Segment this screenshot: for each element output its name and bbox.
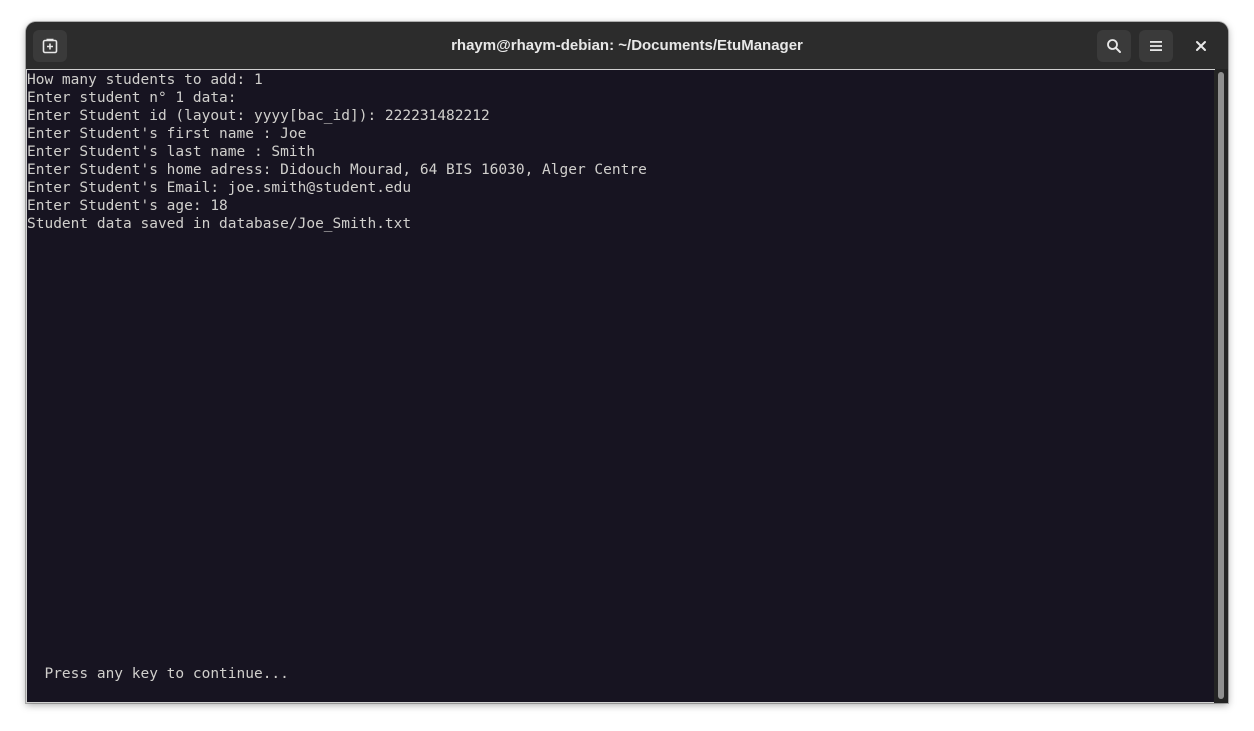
new-tab-icon <box>42 38 58 54</box>
hamburger-menu-icon <box>1150 41 1162 51</box>
header-bar: rhaym@rhaym-debian: ~/Documents/EtuManag… <box>26 22 1228 69</box>
terminal-line: Student data saved in database/Joe_Smith… <box>27 216 412 232</box>
terminal-output[interactable]: How many students to add: 1 Enter studen… <box>26 69 1215 703</box>
terminal-line: Enter Student's first name : Joe <box>27 126 307 142</box>
scrollbar-thumb[interactable] <box>1218 72 1224 699</box>
continue-prompt: Press any key to continue... <box>27 666 289 682</box>
new-tab-button[interactable] <box>33 30 67 62</box>
terminal-line: Enter Student's home adress: Didouch Mou… <box>27 162 647 178</box>
window-title: rhaym@rhaym-debian: ~/Documents/EtuManag… <box>451 37 803 54</box>
terminal-line: How many students to add: 1 <box>27 72 263 88</box>
terminal-line: Enter Student's Email: joe.smith@student… <box>27 180 412 196</box>
terminal-line: Enter Student's age: 18 <box>27 198 228 214</box>
terminal-window: rhaym@rhaym-debian: ~/Documents/EtuManag… <box>26 22 1228 703</box>
scrollbar[interactable] <box>1214 70 1228 703</box>
close-button[interactable] <box>1189 34 1213 58</box>
menu-button[interactable] <box>1139 30 1173 62</box>
terminal-line: Enter Student's last name : Smith <box>27 144 316 160</box>
terminal-line: Enter Student id (layout: yyyy[bac_id]):… <box>27 108 490 124</box>
terminal-line: Enter student n° 1 data: <box>27 90 237 106</box>
close-icon <box>1196 41 1206 51</box>
search-button[interactable] <box>1097 30 1131 62</box>
search-icon <box>1107 39 1121 53</box>
